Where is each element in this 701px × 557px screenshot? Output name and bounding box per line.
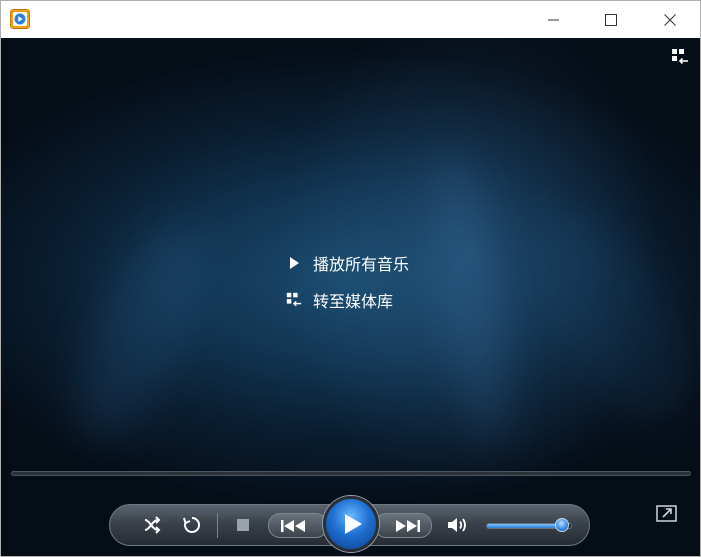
go-to-library-link[interactable]: 转至媒体库 <box>285 287 393 313</box>
minimize-button[interactable] <box>531 1 577 38</box>
background-light-ray <box>51 209 231 457</box>
close-icon <box>664 13 676 26</box>
previous-button[interactable] <box>268 513 328 538</box>
play-all-music-label: 播放所有音乐 <box>313 255 410 274</box>
play-icon <box>345 514 362 534</box>
mute-button[interactable] <box>445 514 471 536</box>
seek-bar[interactable] <box>11 471 691 476</box>
next-button[interactable] <box>374 513 432 538</box>
stop-icon <box>237 519 249 531</box>
playback-controls <box>109 496 590 552</box>
previous-icon <box>281 519 305 532</box>
switch-to-library-button[interactable] <box>670 47 690 67</box>
close-button[interactable] <box>647 1 693 38</box>
media-player-window: 播放所有音乐 转至媒体库 <box>0 0 701 557</box>
next-icon <box>396 519 420 532</box>
switch-to-now-playing-icon <box>656 505 677 522</box>
library-icon <box>285 291 303 309</box>
app-icon <box>10 9 30 29</box>
volume-thumb[interactable] <box>554 518 569 532</box>
controls-divider <box>217 513 218 538</box>
background-light-ray <box>508 186 700 450</box>
now-playing-area: 播放所有音乐 转至媒体库 <box>1 38 700 556</box>
switch-to-now-playing-button[interactable] <box>656 504 678 524</box>
background-light-ray <box>420 145 522 451</box>
stop-button[interactable] <box>233 515 253 535</box>
shuffle-button[interactable] <box>141 514 165 536</box>
play-icon <box>285 254 303 272</box>
repeat-icon <box>183 516 201 533</box>
title-bar[interactable] <box>1 1 700 38</box>
volume-icon <box>448 518 466 532</box>
maximize-icon <box>605 13 617 26</box>
volume-level <box>487 524 561 528</box>
go-to-library-label: 转至媒体库 <box>313 292 394 311</box>
maximize-button[interactable] <box>588 1 634 38</box>
shuffle-icon <box>144 516 161 534</box>
switch-to-library-icon <box>672 49 688 65</box>
repeat-button[interactable] <box>180 514 204 536</box>
play-all-music-link[interactable]: 播放所有音乐 <box>285 250 409 276</box>
minimize-icon <box>548 19 559 20</box>
play-button[interactable] <box>323 496 379 552</box>
